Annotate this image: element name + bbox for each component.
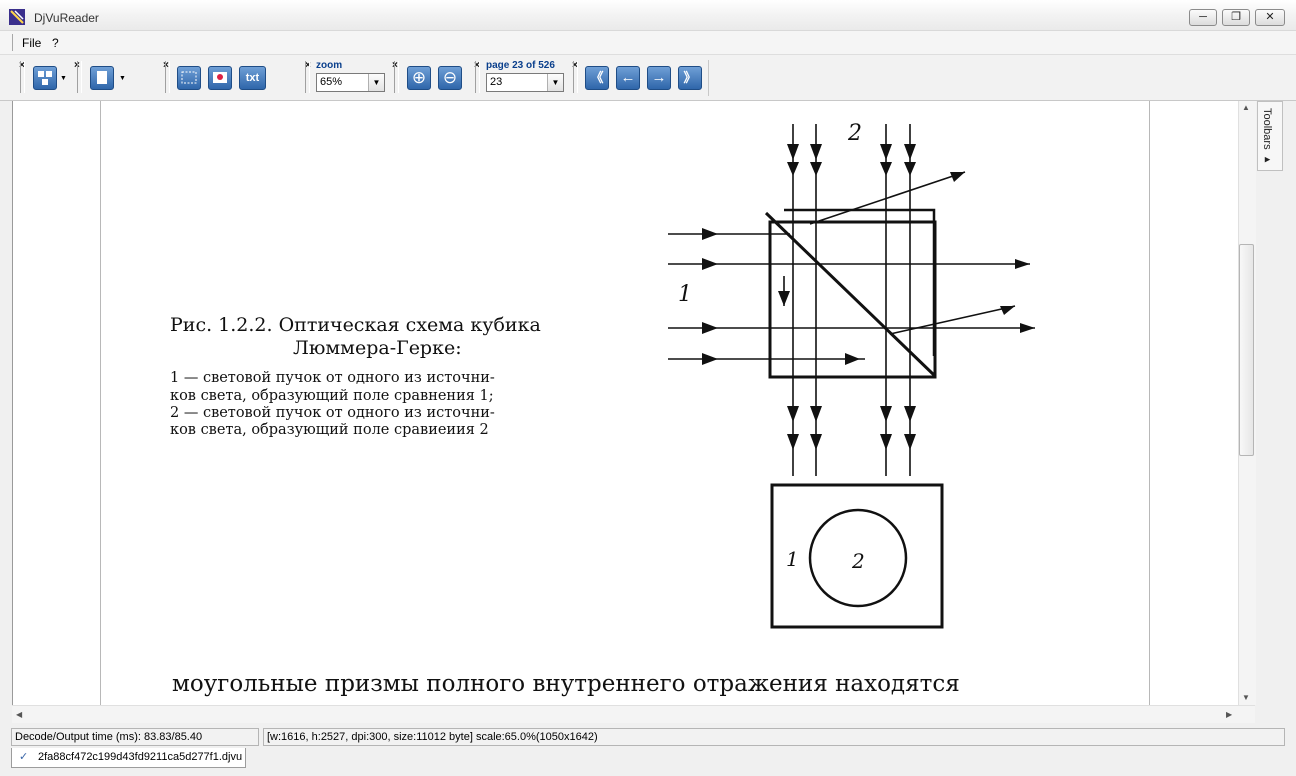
toolbar-grip [20,61,25,93]
scroll-down-icon[interactable]: ▼ [1242,693,1250,702]
close-window-button[interactable]: ✕ [1255,9,1285,26]
toolbar-separator [708,60,709,96]
minimize-button[interactable]: ─ [1189,9,1217,26]
file-tab-label: 2fa88cf472c199d43fd9211ca5d277f1.djvu [38,751,243,763]
caption-title-2: Люммера-Герке: [293,337,462,359]
page-edge-right [1149,101,1150,705]
page-value: 23 [490,76,503,88]
chevron-down-icon[interactable]: ▼ [368,74,384,91]
document-info-status: [w:1616, h:2527, dpi:300, size:11012 byt… [263,728,1285,746]
toolbar-grip [573,61,578,93]
image-icon [213,72,227,83]
layout-button[interactable] [33,66,57,90]
page-icon [97,71,107,84]
page-mode-dropdown-icon[interactable]: ▼ [119,75,126,82]
zoom-out-icon: ⊖ [442,68,458,87]
scroll-left-icon[interactable]: ◀ [16,710,22,719]
last-page-icon: 》 [683,70,697,85]
toolbars-side-tab[interactable]: Toolbars ▸ [1257,101,1283,171]
zoom-combo[interactable]: 65% ▼ [316,73,385,92]
file-tab[interactable]: ✓ 2fa88cf472c199d43fd9211ca5d277f1.djvu [11,748,246,768]
caption-line-1: 1 — световой пучок от одного из источни- [170,370,495,386]
zoom-out-button[interactable]: ⊖ [438,66,462,90]
prev-page-button[interactable]: ← [616,66,640,90]
select-rect-icon [181,71,197,84]
next-page-icon: → [651,69,667,86]
menu-file[interactable]: File [22,36,41,50]
select-text-button[interactable]: txt [239,66,266,90]
vertical-scroll-thumb[interactable] [1239,244,1254,456]
title-bar [0,0,1296,31]
optical-diagram: 2 1 1 2 [668,121,1035,629]
first-page-button[interactable]: 《 [585,66,609,90]
page-mode-button[interactable] [90,66,114,90]
caption-title: Рис. 1.2.2. Оптическая схема кубика [170,314,541,336]
select-rect-button[interactable] [177,66,201,90]
djvu-app-icon [9,9,25,25]
page-edge-left [100,101,101,705]
toolbar-grip [165,61,170,93]
toolbar-grip [305,61,310,93]
first-page-icon: 《 [590,70,604,85]
zoom-label: zoom [316,60,343,71]
text-icon: txt [245,72,260,84]
page-label: page 23 of 526 [486,60,555,71]
layout-icon [38,71,52,85]
zoom-in-icon: ⊕ [411,68,427,87]
caption-line-4: ков света, образующий поле сравиеиия 2 [170,422,489,438]
toolbars-label: Toolbars ▸ [1261,108,1273,166]
menu-bar [0,31,1296,55]
menu-help[interactable]: ? [52,36,59,50]
figure-label-left: 1 [678,282,692,307]
chevron-down-icon[interactable]: ▼ [547,74,563,91]
menu-grip [12,34,15,51]
horizontal-scrollbar[interactable] [12,705,1255,723]
caption-line-2: ков света, образующий поле сравнения 1; [170,388,494,404]
zoom-value: 65% [320,76,343,88]
figure-label-top: 2 [847,121,862,146]
figure-field-2: 2 [851,549,865,573]
zoom-in-button[interactable]: ⊕ [407,66,431,90]
restore-button[interactable]: ❐ [1222,9,1250,26]
decode-time-status: Decode/Output time (ms): 83.83/85.40 [11,728,259,746]
select-image-button[interactable] [208,66,232,90]
next-page-button[interactable]: → [647,66,671,90]
figure-field-1: 1 [786,547,799,571]
toolbar-grip [394,61,399,93]
caption-line-3: 2 — световой пучок от одного из источни- [170,405,495,421]
layout-dropdown-icon[interactable]: ▼ [60,75,67,82]
window-title: DjVuReader [34,11,99,25]
check-icon: ✓ [19,751,29,763]
prev-page-icon: ← [620,69,636,86]
scroll-right-icon[interactable]: ▶ [1226,710,1232,719]
toolbar-grip [475,61,480,93]
scroll-up-icon[interactable]: ▲ [1242,103,1250,112]
last-page-button[interactable]: 》 [678,66,702,90]
toolbar-grip [77,61,82,93]
body-text-line: моугольные призмы полного внутреннего от… [172,671,960,697]
page-combo[interactable]: 23 ▼ [486,73,564,92]
